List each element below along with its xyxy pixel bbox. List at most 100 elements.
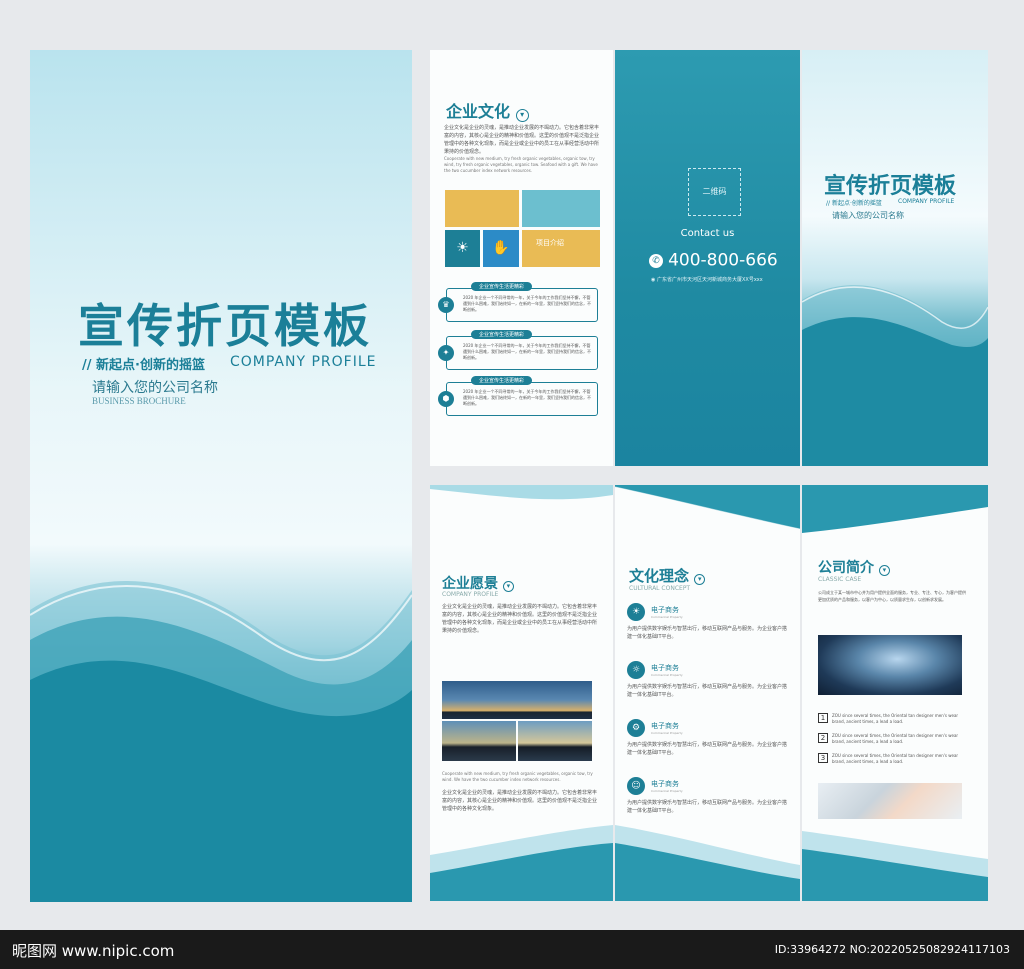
profile-top-band (802, 485, 988, 533)
chevron-down-icon: ▾ (878, 565, 890, 576)
profile-para: 公司成立于某一城市中心并为用户提供全面的服务，专业、专注、专心，为客户提供更加优… (818, 590, 966, 602)
vision-en: COMPANY PROFILE (442, 591, 499, 598)
item-text: 2020 年企业一个不同寻常的一年，关于今年的工作我们坚持不懈，不管遇到什么困难… (463, 343, 591, 360)
fold-en: COMPANY PROFILE (898, 198, 955, 205)
profile-title: 公司简介 ▾ (818, 557, 890, 577)
vision-panel: 企业愿景 ▾ COMPANY PROFILE 企业文化是企业的灵魂，是推动企业发… (430, 485, 613, 901)
profile-item: 1 ZOU since several times, the Oriental … (818, 713, 968, 729)
concept-top-band (615, 485, 800, 530)
people-icon: ☺ (627, 777, 645, 795)
profile-item-text: ZOU since several times, the Oriental ta… (832, 733, 959, 744)
fold-panel: 宣传折页模板 // 新起点·创新的摇篮 COMPANY PROFILE 请输入您… (802, 50, 988, 466)
lake-photo-right (518, 721, 592, 761)
chevron-down-icon: ▾ (502, 581, 514, 592)
qr-code-box: 二维码 (688, 168, 741, 216)
keyboard-photo (818, 783, 962, 819)
watermark-bar: 昵图网 www.nipic.com ID:33964272 NO:2022052… (0, 930, 1024, 969)
bulb-icon: ☀ (627, 603, 645, 621)
location-icon: ◉ (651, 277, 656, 283)
vision-title-text: 企业愿景 (442, 576, 498, 592)
hexagon-icon: ⬢ (438, 391, 454, 407)
vision-para: 企业文化是企业的灵魂，是推动企业发展的不竭动力。它包含着非常丰富的内容，其核心是… (442, 604, 598, 634)
concept-title: 文化理念 ▾ (629, 565, 706, 586)
profile-en: CLASSIC CASE (818, 576, 862, 583)
chevron-down-icon: ▾ (515, 109, 529, 122)
concept-name: 电子商务 (651, 606, 679, 614)
bulb-icon: ☼ (627, 661, 645, 679)
watermark-logo: 昵图网 www.nipic.com (12, 942, 175, 960)
vision-para2: 企业文化是企业的灵魂，是推动企业发展的不竭动力。它包含着非常丰富的内容，其核心是… (442, 790, 598, 812)
profile-title-text: 公司简介 (818, 560, 874, 576)
concept-sub: Commercial Property (651, 731, 683, 735)
handshake-icon-block: ✋ (483, 230, 519, 267)
concept-name: 电子商务 (651, 664, 679, 672)
concept-item: ☼ 电子商务 Commercial Property 为用户提供数字娱乐与智慧出… (627, 661, 789, 711)
vision-top-band (430, 485, 613, 500)
cover-panel: 宣传折页模板 // 新起点·创新的摇篮 COMPANY PROFILE 请输入您… (30, 50, 412, 902)
culture-item: 企业宣传生活更精彩 2020 年企业一个不同寻常的一年，关于今年的工作我们坚持不… (438, 330, 598, 370)
culture-panel: 企业文化 ▾ 企业文化是企业的灵魂，是推动企业发展的不竭动力。它包含着非常丰富的… (430, 50, 613, 466)
concept-title-text: 文化理念 (629, 567, 690, 585)
tech-photo (818, 635, 962, 695)
teal-block (522, 190, 600, 227)
profile-item: 2 ZOU since several times, the Oriental … (818, 733, 968, 749)
contact-label: Contact us (680, 228, 735, 239)
star-icon: ✦ (438, 345, 454, 361)
gear-icon: ⚙ (627, 719, 645, 737)
project-intro-block: 项目介绍 (522, 230, 600, 267)
profile-num: 1 (818, 713, 828, 723)
culture-item: 企业宣传生活更精彩 2020 年企业一个不同寻常的一年，关于今年的工作我们坚持不… (438, 282, 598, 322)
cover-slogan: // 新起点·创新的摇篮 (82, 358, 205, 373)
cover-wave (30, 581, 412, 902)
vision-bottom-band (430, 825, 613, 901)
fold-title: 宣传折页模板 (824, 174, 957, 199)
item-heading: 企业宣传生活更精彩 (471, 282, 533, 291)
handshake-icon: ✋ (492, 240, 510, 256)
cover-subtitle: COMPANY PROFILE (230, 354, 377, 370)
chevron-down-icon: ▾ (694, 574, 706, 585)
lake-photo-wide (442, 681, 592, 719)
concept-text: 为用户提供数字娱乐与智慧出行，移动互联网产品与服务。为企业客户搭建一体化基础IT… (627, 626, 788, 640)
cover-brochure: BUSINESS BROCHURE (92, 396, 186, 406)
concept-item: ☀ 电子商务 Commercial Property 为用户提供数字娱乐与智慧出… (627, 603, 789, 653)
concept-sub: Commercial Property (651, 673, 683, 677)
culture-item: 企业宣传生活更精彩 2020 年企业一个不同寻常的一年，关于今年的工作我们坚持不… (438, 376, 598, 416)
profile-item-text: ZOU since several times, the Oriental ta… (832, 753, 959, 764)
cover-company: 请输入您的公司名称 (92, 380, 218, 396)
concept-name: 电子商务 (651, 722, 679, 730)
fold-wave (802, 285, 988, 466)
phone-number: 400-800-666 (668, 250, 778, 271)
item-heading: 企业宣传生活更精彩 (471, 376, 533, 385)
concept-sub: Commercial Property (651, 615, 683, 619)
phone-icon: ✆ (649, 253, 663, 268)
concept-sub: Commercial Property (651, 789, 683, 793)
culture-title-text: 企业文化 (446, 102, 511, 121)
concept-text: 为用户提供数字娱乐与智慧出行，移动互联网产品与服务。为企业客户搭建一体化基础IT… (627, 684, 788, 698)
concept-en: CULTURAL CONCEPT (629, 585, 691, 592)
profile-num: 2 (818, 733, 828, 743)
concept-item: ☺ 电子商务 Commercial Property 为用户提供数字娱乐与智慧出… (627, 777, 789, 827)
bulb-icon-block: ☀ (445, 230, 480, 267)
cover-title: 宣传折页模板 (78, 299, 372, 353)
profile-item-text: ZOU since several times, the Oriental ta… (832, 713, 959, 724)
phone-row: ✆ 400-800-666 (649, 250, 778, 271)
crown-icon: ♛ (438, 297, 454, 313)
vision-caption: Cooperate with new medium, try fresh org… (442, 771, 593, 782)
fold-subtitle: // 新起点·创新的摇篮 (826, 200, 882, 207)
bulb-icon: ☀ (456, 240, 469, 256)
address: ◉ 广东省广州市天河区天河新城商务大厦XX号xxx (651, 276, 763, 283)
concept-item: ⚙ 电子商务 Commercial Property 为用户提供数字娱乐与智慧出… (627, 719, 789, 769)
profile-item: 3 ZOU since several times, the Oriental … (818, 753, 968, 769)
vision-title: 企业愿景 ▾ (442, 573, 514, 593)
item-text: 2020 年企业一个不同寻常的一年，关于今年的工作我们坚持不懈，不管遇到什么困难… (463, 295, 591, 312)
culture-para: 企业文化是企业的灵魂，是推动企业发展的不竭动力。它包含着非常丰富的内容，其核心是… (444, 125, 600, 155)
lake-photo-left (442, 721, 516, 761)
fold-company: 请输入您的公司名称 (832, 211, 904, 220)
concept-text: 为用户提供数字娱乐与智慧出行，移动互联网产品与服务。为企业客户搭建一体化基础IT… (627, 800, 788, 814)
concept-panel: 文化理念 ▾ CULTURAL CONCEPT ☀ 电子商务 Commercia… (615, 485, 800, 901)
contact-panel: 二维码 Contact us ✆ 400-800-666 ◉ 广东省广州市天河区… (615, 50, 800, 466)
watermark-id: ID:33964272 NO:20220525082924117103 (774, 943, 1010, 956)
yellow-block (445, 190, 519, 227)
culture-en: Cooperate with new medium, try fresh org… (444, 156, 598, 173)
profile-panel: 公司简介 ▾ CLASSIC CASE 公司成立于某一城市中心并为用户提供全面的… (802, 485, 988, 901)
